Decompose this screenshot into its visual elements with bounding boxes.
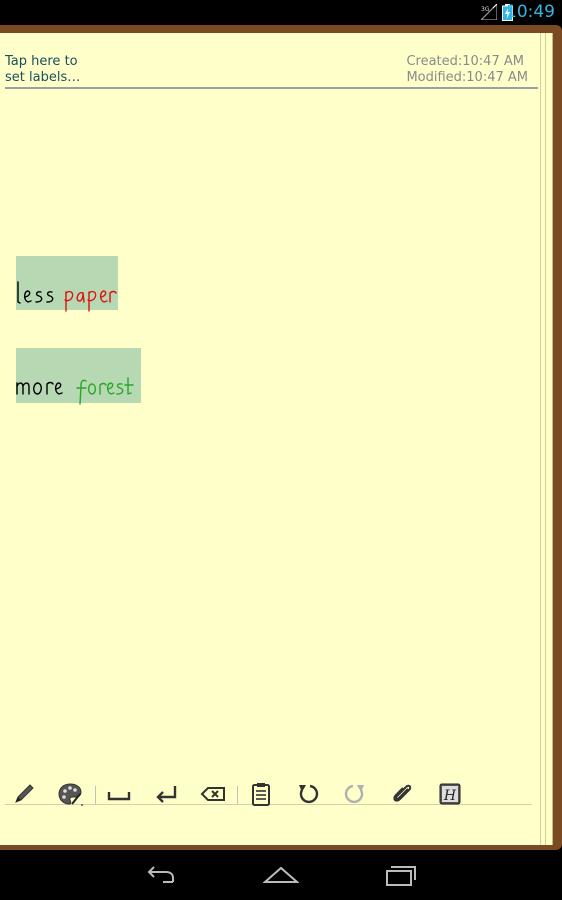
new-line-button[interactable] <box>152 780 180 808</box>
handwriting-mode-icon: H <box>439 783 461 805</box>
navigation-bar <box>0 850 562 900</box>
pencil-icon <box>15 784 34 803</box>
created-timestamp: Created:10:47 AM <box>406 54 524 69</box>
page-edge <box>545 33 546 845</box>
redo-button <box>341 780 369 808</box>
note-timestamps: Created:10:47 AM Modified:10:47 AM <box>406 54 528 86</box>
handwriting-word-forest <box>76 377 134 405</box>
handwriting-block[interactable] <box>16 256 118 312</box>
insert-space-button[interactable] <box>105 780 133 808</box>
handwriting-mode-label: H <box>443 788 457 804</box>
page-edge <box>540 33 541 845</box>
attachment-icon <box>393 784 412 802</box>
set-labels-link[interactable]: Tap here to set labels… <box>5 54 85 86</box>
backspace-icon <box>200 787 225 801</box>
enter-icon <box>156 786 177 803</box>
handwriting-word-paper <box>64 290 117 312</box>
handwriting-word-more <box>16 381 63 395</box>
handwriting-more-forest <box>16 377 134 405</box>
recent-apps-icon <box>386 866 416 886</box>
signal-3g-icon: 3G <box>479 2 498 21</box>
paste-button[interactable] <box>247 780 275 808</box>
toolbar-separator <box>237 786 238 804</box>
status-bar: 3G 10:49 <box>0 0 562 25</box>
home-button[interactable] <box>262 862 300 888</box>
modified-timestamp: Modified:10:47 AM <box>406 70 528 85</box>
home-icon <box>262 866 300 883</box>
undo-button[interactable] <box>294 780 322 808</box>
attach-button[interactable] <box>388 780 416 808</box>
palette-icon <box>58 783 83 806</box>
handwriting-mode-button[interactable]: H <box>436 780 464 808</box>
redo-icon <box>344 784 364 804</box>
labels-prompt-line2: set labels… <box>5 70 81 85</box>
clipboard-icon <box>252 783 270 806</box>
back-icon <box>147 866 174 883</box>
undo-icon <box>299 784 319 804</box>
handwriting-less-paper <box>17 281 117 312</box>
note-page[interactable]: Tap here to set labels… Created:10:47 AM… <box>0 33 553 845</box>
pen-color-button[interactable] <box>56 780 84 808</box>
network-type-label: 3G <box>481 6 490 13</box>
handwriting-block[interactable] <box>16 348 141 405</box>
toolbar-separator <box>95 786 96 804</box>
labels-prompt-line1: Tap here to <box>5 54 78 69</box>
pen-tool-button[interactable] <box>10 780 38 808</box>
notebook-frame: Tap here to set labels… Created:10:47 AM… <box>0 25 562 850</box>
back-button[interactable] <box>143 862 179 888</box>
handwriting-word-less <box>17 281 54 304</box>
space-icon <box>107 792 131 801</box>
status-clock: 10:49 <box>506 2 555 22</box>
backspace-button[interactable] <box>199 780 227 808</box>
header-divider <box>5 87 538 89</box>
recent-apps-button[interactable] <box>383 862 419 888</box>
